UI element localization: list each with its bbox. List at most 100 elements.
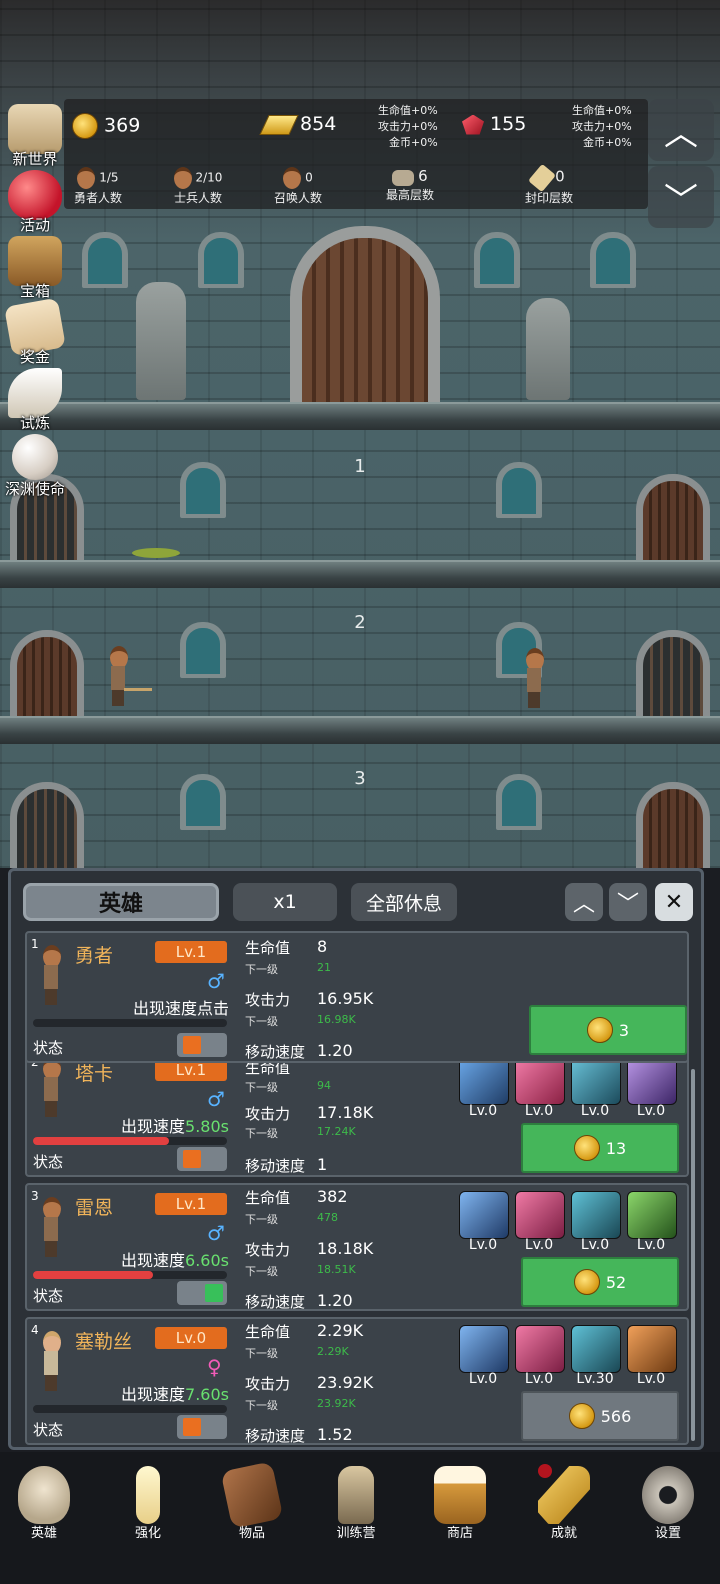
tab-heroes[interactable]: 英雄: [23, 883, 219, 921]
hero-name: 塞勒丝: [75, 1331, 133, 1353]
scroll-up-button[interactable]: ︿: [648, 99, 714, 161]
hero-card[interactable]: 3 雷恩 Lv.1 ♂ 出现速度6.60s 状态 生命值 382 下一级 478…: [25, 1183, 689, 1311]
menu-trial[interactable]: 试炼: [2, 368, 68, 434]
menu-bonus[interactable]: 奖金: [2, 297, 68, 368]
equip-slot[interactable]: Lv.0: [459, 1325, 509, 1387]
wooden-door: [636, 474, 710, 565]
hp-value: 382: [317, 1187, 348, 1206]
hero-index: 4: [31, 1323, 39, 1337]
appear-label: 出现速度: [121, 1385, 186, 1404]
scroll-icon: [528, 163, 557, 193]
window: [180, 774, 226, 830]
nav-achievements[interactable]: 成就: [524, 1460, 604, 1550]
equip-slot[interactable]: Lv.0: [627, 1325, 677, 1387]
coin-icon: [573, 1135, 600, 1161]
nav-shop[interactable]: 商店: [420, 1460, 500, 1550]
equip-slot[interactable]: Lv.0: [515, 1057, 565, 1119]
bonus-coin: 金币+0%: [583, 136, 632, 149]
hero-name: 勇者: [75, 945, 114, 967]
window: [496, 462, 542, 518]
hero-card[interactable]: 4 塞勒丝 Lv.0 ♀ 出现速度7.60s 状态 生命值 2.29K 下一级 …: [25, 1317, 689, 1445]
move-label: 移动速度: [245, 1043, 306, 1061]
spawn-progress-bar: [33, 1137, 227, 1145]
menu-chest[interactable]: 宝箱: [2, 236, 68, 302]
close-button[interactable]: ✕: [655, 883, 693, 921]
notification-dot: [538, 1464, 552, 1478]
spawn-progress-bar: [33, 1405, 227, 1413]
max-floor-value: 6: [418, 167, 428, 185]
equip-slot[interactable]: Lv.0: [627, 1191, 677, 1253]
scroll-down-button[interactable]: ﹀: [648, 166, 714, 228]
equip-level: Lv.0: [468, 1103, 498, 1119]
hp-label: 生命值: [245, 939, 291, 957]
upgrade-button[interactable]: 13: [521, 1123, 679, 1173]
move-value: 1.52: [317, 1425, 353, 1444]
equip-slot[interactable]: Lv.0: [571, 1057, 621, 1119]
soldier-sprite[interactable]: [524, 648, 544, 708]
hero-sprite[interactable]: [108, 646, 128, 706]
iron-gate: [10, 782, 84, 868]
nav-heroes[interactable]: 英雄: [4, 1460, 84, 1550]
menu-abyss-mission[interactable]: 深渊使命: [2, 434, 68, 500]
gold-value: 854: [300, 113, 337, 135]
equip-slot[interactable]: Lv.0: [515, 1191, 565, 1253]
equip-level: Lv.0: [636, 1103, 666, 1119]
appear-label: 出现速度: [121, 1117, 186, 1136]
hero-head-icon: [77, 167, 96, 189]
hero-card[interactable]: 1 勇者 Lv.1 ♂ 出现速度点击 状态 生命值 8 下一级 21 攻击力 1…: [25, 931, 689, 1063]
atk-label: 攻击力: [245, 991, 291, 1009]
summon-count-value: 0: [305, 170, 313, 185]
upgrade-button[interactable]: 3: [529, 1005, 687, 1055]
scrollbar[interactable]: [691, 1069, 695, 1441]
state-toggle[interactable]: [177, 1033, 227, 1057]
wooden-door: [10, 630, 84, 721]
equip-slot[interactable]: Lv.30: [571, 1325, 621, 1387]
ruby-icon: [462, 114, 484, 135]
equip-slot[interactable]: Lv.0: [515, 1325, 565, 1387]
hero-card[interactable]: 2 塔卡 Lv.1 ♂ 出现速度5.80s 状态 生命值 下一级 94 攻击力 …: [25, 1049, 689, 1177]
close-icon: ✕: [664, 889, 684, 915]
nav-enhance[interactable]: 强化: [108, 1460, 188, 1550]
nav-training-camp[interactable]: 训练营: [316, 1460, 396, 1550]
appear-time: 6.60s: [185, 1251, 229, 1270]
next-label: 下一级: [245, 1015, 278, 1028]
appear-speed[interactable]: 出现速度点击: [67, 995, 229, 1019]
iron-gate: [636, 630, 710, 721]
window: [82, 232, 128, 288]
upgrade-button[interactable]: 566: [521, 1391, 679, 1441]
atk-value: 18.18K: [317, 1239, 374, 1258]
spawn-progress-bar: [33, 1271, 227, 1279]
equip-slot[interactable]: Lv.0: [459, 1191, 509, 1253]
appear-speed: 出现速度7.60s: [67, 1381, 229, 1405]
spawn-progress-fill: [33, 1137, 169, 1145]
candle-icon: [136, 1466, 160, 1524]
upgrade-button[interactable]: 52: [521, 1257, 679, 1307]
treasure-chest-icon: [8, 236, 62, 286]
nav-settings[interactable]: 设置: [628, 1460, 708, 1550]
equip-slot[interactable]: Lv.0: [627, 1057, 677, 1119]
hero-list[interactable]: 2 塔卡 Lv.1 ♂ 出现速度5.80s 状态 生命值 下一级 94 攻击力 …: [11, 931, 701, 1445]
map-icon: [8, 104, 62, 154]
soldier-count-label: 士兵人数: [173, 191, 222, 205]
chevron-down-icon: ﹀: [616, 892, 639, 917]
atk-label: 攻击力: [245, 1105, 291, 1123]
state-toggle[interactable]: [177, 1415, 227, 1439]
menu-new-world[interactable]: 新世界: [2, 104, 68, 170]
equip-slot[interactable]: Lv.0: [459, 1057, 509, 1119]
speed-button[interactable]: x1: [233, 883, 337, 921]
feather-icon: [8, 368, 62, 418]
state-toggle[interactable]: [177, 1281, 227, 1305]
nav-items[interactable]: 物品: [212, 1460, 292, 1550]
hero-index: 1: [31, 937, 39, 951]
hero-name: 塔卡: [75, 1063, 114, 1085]
boots-icon: [571, 1057, 621, 1105]
hero-portrait: [41, 945, 61, 1005]
rest-all-button[interactable]: 全部休息: [351, 883, 457, 921]
equip-level: Lv.0: [524, 1371, 554, 1387]
skull-icon: [18, 1466, 70, 1524]
menu-events[interactable]: 活动: [2, 170, 68, 236]
equip-slot[interactable]: Lv.0: [571, 1191, 621, 1253]
panel-up-button[interactable]: ︿: [565, 883, 603, 921]
panel-down-button[interactable]: ﹀: [609, 883, 647, 921]
state-toggle[interactable]: [177, 1147, 227, 1171]
